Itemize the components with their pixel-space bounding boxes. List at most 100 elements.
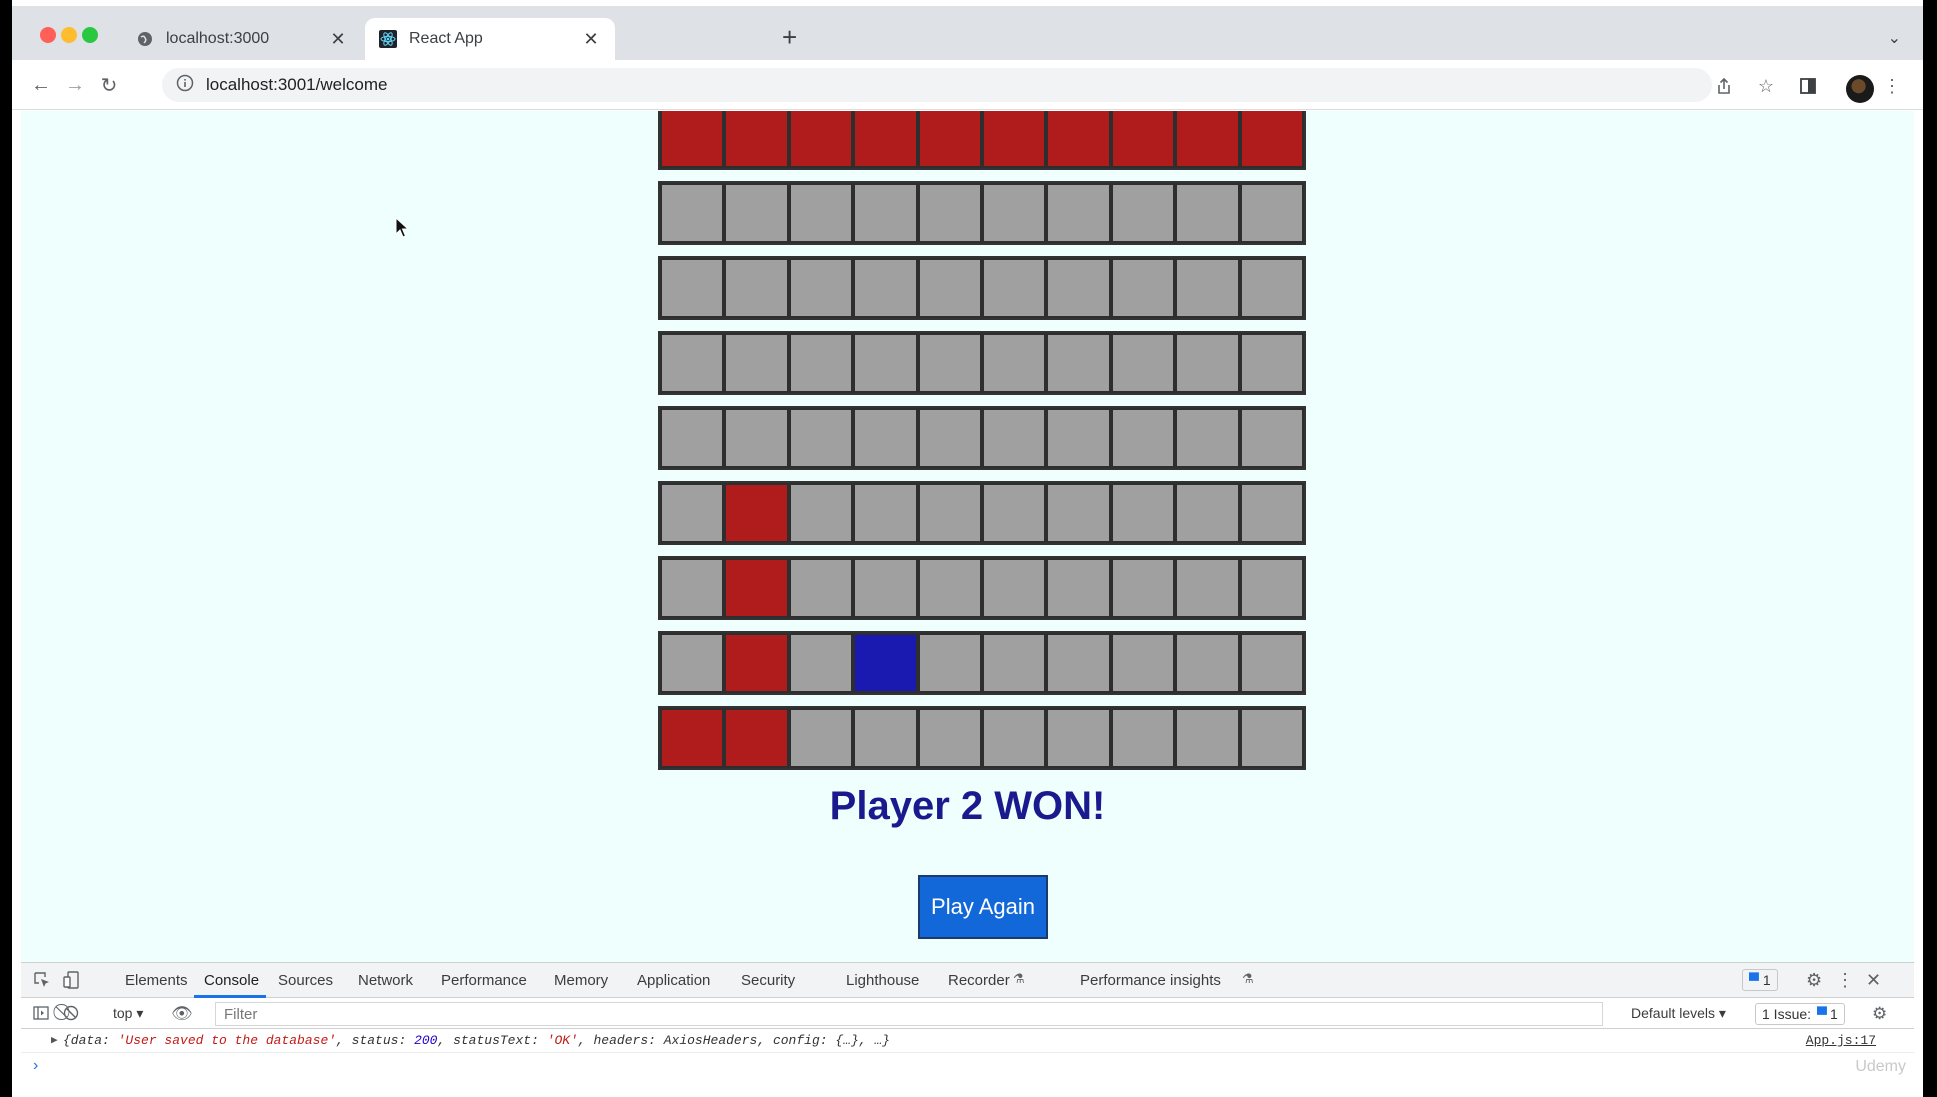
board-cell-empty[interactable] [853, 483, 918, 543]
board-cell-red[interactable] [1046, 111, 1111, 168]
context-selector[interactable]: top ▾ [113, 1005, 143, 1022]
play-again-button[interactable]: Play Again [918, 875, 1048, 939]
board-cell-empty[interactable] [724, 333, 789, 393]
devtools-tab-memory[interactable]: Memory [554, 972, 608, 989]
board-cell-empty[interactable] [660, 483, 725, 543]
side-panel-icon[interactable] [1796, 74, 1820, 98]
board-cell-empty[interactable] [981, 183, 1047, 243]
board-cell-empty[interactable] [1110, 483, 1176, 543]
board-cell-empty[interactable] [660, 258, 725, 318]
board-cell-empty[interactable] [660, 558, 725, 618]
board-cell-empty[interactable] [1175, 258, 1240, 318]
board-cell-empty[interactable] [917, 708, 982, 768]
board-cell-empty[interactable] [1175, 708, 1240, 768]
board-cell-empty[interactable] [788, 408, 854, 468]
console-prompt[interactable]: › [33, 1057, 38, 1075]
board-cell-empty[interactable] [981, 558, 1047, 618]
back-arrow-icon[interactable]: ← [28, 72, 54, 98]
board-cell-red[interactable] [1110, 111, 1176, 168]
info-icon[interactable] [176, 74, 194, 97]
board-cell-empty[interactable] [1110, 558, 1176, 618]
board-cell-red[interactable] [724, 708, 789, 768]
avatar[interactable] [1846, 75, 1874, 103]
board-cell-empty[interactable] [981, 258, 1047, 318]
board-cell-empty[interactable] [981, 408, 1047, 468]
devtools-tab-application[interactable]: Application [637, 972, 710, 989]
inspect-element-icon[interactable] [33, 971, 51, 994]
board-cell-empty[interactable] [1046, 558, 1111, 618]
board-cell-empty[interactable] [724, 258, 789, 318]
new-tab-icon[interactable]: + [782, 24, 797, 50]
board-cell-empty[interactable] [1110, 408, 1176, 468]
board-cell-empty[interactable] [1110, 183, 1176, 243]
board-cell-empty[interactable] [1175, 183, 1240, 243]
board-cell-empty[interactable] [853, 408, 918, 468]
devtools-tab-performance-insights[interactable]: Performance insights [1080, 972, 1221, 989]
board-cell-red[interactable] [724, 633, 789, 693]
board-cell-empty[interactable] [660, 183, 725, 243]
maximize-window-button[interactable] [82, 27, 98, 43]
board-cell-red[interactable] [724, 111, 789, 168]
board-cell-empty[interactable] [788, 258, 854, 318]
url-text[interactable]: localhost:3001/welcome [206, 75, 387, 95]
board-cell-empty[interactable] [1239, 183, 1304, 243]
console-log-entry[interactable]: ▶ {data: 'User saved to the database', s… [21, 1029, 1914, 1053]
devtools-tab-console[interactable]: Console [204, 972, 259, 989]
board-cell-empty[interactable] [788, 558, 854, 618]
board-cell-red[interactable] [917, 111, 982, 168]
more-options-icon[interactable]: ⋮ [1836, 970, 1854, 991]
share-icon[interactable] [1712, 74, 1736, 98]
board-cell-red[interactable] [660, 111, 725, 168]
board-cell-empty[interactable] [1110, 258, 1176, 318]
board-cell-empty[interactable] [853, 258, 918, 318]
board-cell-empty[interactable] [917, 483, 982, 543]
board-cell-empty[interactable] [917, 408, 982, 468]
board-cell-empty[interactable] [724, 183, 789, 243]
board-cell-red[interactable] [660, 708, 725, 768]
board-cell-empty[interactable] [660, 633, 725, 693]
board-cell-empty[interactable] [1110, 333, 1176, 393]
board-cell-empty[interactable] [1110, 708, 1176, 768]
gear-icon[interactable]: ⚙ [1872, 1004, 1887, 1024]
address-bar[interactable]: localhost:3001/welcome [162, 68, 1712, 102]
board-cell-empty[interactable] [1175, 333, 1240, 393]
bookmark-star-icon[interactable]: ☆ [1754, 74, 1778, 98]
messages-badge[interactable]: ▀ 1 [1742, 969, 1778, 991]
board-cell-empty[interactable] [788, 483, 854, 543]
board-cell-empty[interactable] [1239, 333, 1304, 393]
board-cell-empty[interactable] [917, 333, 982, 393]
board-cell-empty[interactable] [1046, 333, 1111, 393]
chevron-down-icon[interactable]: ⌄ [1888, 28, 1901, 48]
forward-arrow-icon[interactable]: → [62, 72, 88, 98]
board-cell-empty[interactable] [660, 408, 725, 468]
issues-badge[interactable]: 1 Issue: ▀ 1 [1755, 1003, 1845, 1025]
board-cell-empty[interactable] [853, 333, 918, 393]
board-cell-empty[interactable] [853, 708, 918, 768]
board-cell-empty[interactable] [660, 333, 725, 393]
board-cell-empty[interactable] [1046, 258, 1111, 318]
gear-icon[interactable]: ⚙ [1806, 970, 1822, 991]
board-cell-red[interactable] [724, 558, 789, 618]
console-filter-input[interactable]: Filter [215, 1002, 1603, 1026]
close-icon[interactable]: ✕ [1866, 970, 1881, 991]
board-cell-red[interactable] [1175, 111, 1240, 168]
close-tab-icon[interactable]: ✕ [328, 29, 348, 50]
board-cell-empty[interactable] [788, 633, 854, 693]
board-cell-empty[interactable] [1046, 633, 1111, 693]
board-cell-empty[interactable] [1110, 633, 1176, 693]
board-cell-empty[interactable] [1175, 408, 1240, 468]
devtools-tab-security[interactable]: Security [741, 972, 795, 989]
close-window-button[interactable] [40, 27, 56, 43]
more-options-icon[interactable]: ⋮ [1880, 74, 1904, 98]
tab-localhost-3000[interactable]: localhost:3000 ✕ [122, 18, 362, 60]
board-cell-empty[interactable] [1239, 633, 1304, 693]
board-cell-empty[interactable] [788, 708, 854, 768]
board-cell-empty[interactable] [853, 558, 918, 618]
devtools-tab-sources[interactable]: Sources [278, 972, 333, 989]
board-cell-empty[interactable] [788, 333, 854, 393]
board-cell-empty[interactable] [1046, 408, 1111, 468]
expand-triangle-icon[interactable]: ▶ [51, 1033, 58, 1047]
log-source-link[interactable]: App.js:17 [1806, 1033, 1876, 1048]
devtools-tab-elements[interactable]: Elements [125, 972, 188, 989]
board-cell-red[interactable] [981, 111, 1047, 168]
